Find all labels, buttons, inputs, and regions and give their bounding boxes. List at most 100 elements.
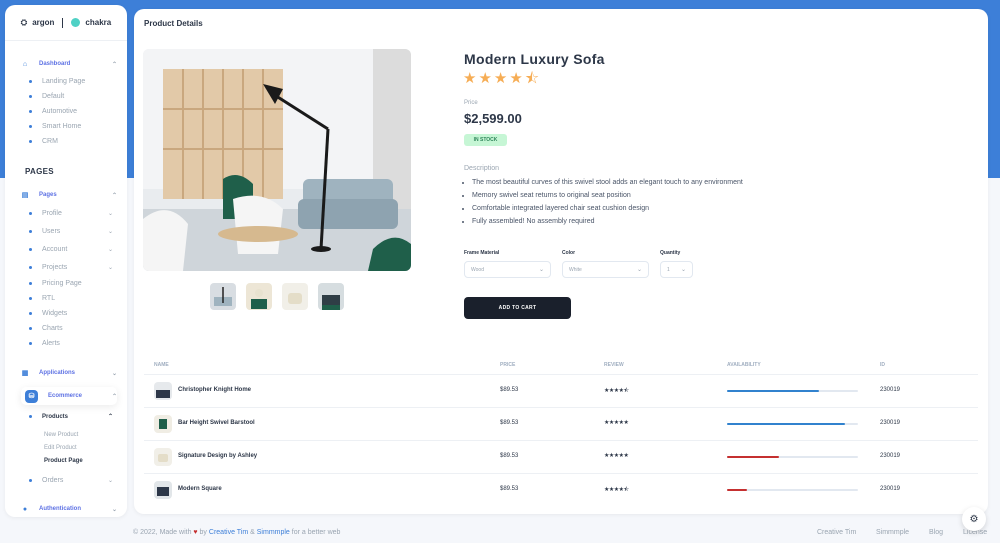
brand-logo[interactable]: ⛭ argon chakra xyxy=(5,5,127,41)
footer-author-link[interactable]: Creative Tim xyxy=(209,529,248,536)
pages-heading: PAGES xyxy=(25,167,54,176)
sidebar-item-dashboard[interactable]: ⌂ Dashboard ⌃ xyxy=(21,56,117,72)
availability-bar-fill xyxy=(727,489,747,491)
product-details-card: Product Details Modern Luxury Sofa ★ ★ ★… xyxy=(134,9,988,514)
availability-bar xyxy=(727,489,858,491)
table-row[interactable]: Christopher Knight Home $89.53 ★★★★⯪ 230… xyxy=(144,374,978,407)
sidebar-item-landing-page[interactable]: Landing Page xyxy=(29,78,113,85)
footer-text: for a better web xyxy=(291,529,341,536)
column-header-id[interactable]: ID xyxy=(880,362,885,368)
sidebar-item-crm[interactable]: CRM xyxy=(29,138,113,145)
sidebar-item-charts[interactable]: Charts xyxy=(29,325,113,332)
color-select[interactable]: White ⌄ xyxy=(562,261,649,278)
table-row[interactable]: Signature Design by Ashley $89.53 ★★★★★ … xyxy=(144,440,978,473)
quantity-select[interactable]: 1 ⌄ xyxy=(660,261,693,278)
row-id: 230019 xyxy=(880,420,901,426)
thumbnail-4[interactable] xyxy=(318,283,344,310)
star-half-icon: ⯪ xyxy=(524,70,540,87)
footer-author-link[interactable]: Simmmple xyxy=(257,529,290,536)
sidebar-item-new-product[interactable]: New Product xyxy=(44,432,78,438)
add-to-cart-button[interactable]: ADD TO CART xyxy=(464,297,571,319)
sidebar-item-pricing-page[interactable]: Pricing Page xyxy=(29,280,113,287)
settings-gear-icon[interactable]: ⚙ xyxy=(962,507,986,531)
bullet-icon xyxy=(29,415,32,418)
footer-link-creative-tim[interactable]: Creative Tim xyxy=(817,529,856,536)
column-header-availability[interactable]: AVAILABILITY xyxy=(727,362,761,368)
sidebar-item-widgets[interactable]: Widgets xyxy=(29,310,113,317)
description-list: The most beautiful curves of this swivel… xyxy=(472,179,743,231)
row-price: $89.53 xyxy=(500,420,519,426)
sidebar-item-label: CRM xyxy=(42,138,58,145)
sidebar-item-label: Pricing Page xyxy=(42,280,82,287)
sidebar-item-product-page[interactable]: Product Page xyxy=(44,458,83,464)
row-review: ★★★★★ xyxy=(604,453,629,459)
bullet-icon xyxy=(29,479,32,482)
brand-divider xyxy=(62,17,64,28)
bullet-icon xyxy=(29,297,32,300)
apps-icon: ▦ xyxy=(21,370,29,377)
chevron-down-icon: ⌄ xyxy=(538,267,544,273)
sidebar-item-label: Products xyxy=(42,413,69,420)
sidebar-item-label: Users xyxy=(42,228,61,235)
chevron-down-icon: ⌄ xyxy=(107,247,113,253)
description-label: Description xyxy=(464,165,500,172)
bullet-icon xyxy=(29,212,32,215)
chevron-down-icon: ⌄ xyxy=(636,267,642,273)
chevron-down-icon: ⌄ xyxy=(111,370,117,377)
sidebar-item-automotive[interactable]: Automotive xyxy=(29,108,113,115)
row-price: $89.53 xyxy=(500,453,519,459)
sidebar-item-pages[interactable]: ▤ Pages ⌃ xyxy=(21,187,117,203)
footer-text: & xyxy=(250,529,255,536)
description-item: Comfortable integrated layered chair sea… xyxy=(472,205,743,212)
brand-argon: argon xyxy=(32,18,55,27)
bullet-icon xyxy=(29,95,32,98)
product-rating: ★ ★ ★ ★ ⯪ xyxy=(463,71,539,86)
frame-material-value: Wood xyxy=(471,266,484,273)
column-header-name[interactable]: NAME xyxy=(154,362,169,368)
row-review: ★★★★⯪ xyxy=(604,487,629,493)
bullet-icon xyxy=(29,140,32,143)
row-price: $89.53 xyxy=(500,486,519,492)
thumbnail-3[interactable] xyxy=(282,283,308,310)
row-name: Christopher Knight Home xyxy=(178,387,251,393)
column-header-price[interactable]: PRICE xyxy=(500,362,515,368)
sidebar-item-label: Automotive xyxy=(42,108,78,115)
footer-link-blog[interactable]: Blog xyxy=(929,529,943,536)
sidebar-item-label: Default xyxy=(42,93,65,100)
thumbnail-1[interactable] xyxy=(210,283,236,310)
table-row[interactable]: Modern Square $89.53 ★★★★⯪ 230019 xyxy=(144,473,978,506)
sidebar-item-ecommerce[interactable]: ⛁ Ecommerce ⌃ xyxy=(21,387,117,405)
column-header-review[interactable]: REVIEW xyxy=(604,362,624,368)
product-main-image[interactable] xyxy=(143,49,411,271)
sidebar-item-alerts[interactable]: Alerts xyxy=(29,340,113,347)
description-item: Memory swivel seat returns to original s… xyxy=(472,192,743,199)
bullet-icon xyxy=(29,110,32,113)
card-title: Product Details xyxy=(144,19,203,28)
sidebar-item-account[interactable]: Account ⌄ xyxy=(29,246,113,253)
argon-logo-icon: ⛭ xyxy=(20,17,28,27)
sidebar-item-rtl[interactable]: RTL xyxy=(29,295,113,302)
sidebar-item-orders[interactable]: Orders ⌄ xyxy=(29,477,113,484)
sidebar-item-users[interactable]: Users ⌄ xyxy=(29,228,113,235)
sidebar-item-default[interactable]: Default xyxy=(29,93,113,100)
sidebar-item-authentication[interactable]: ● Authentication ⌄ xyxy=(21,501,117,517)
availability-bar-fill xyxy=(727,456,780,458)
sidebar-item-applications[interactable]: ▦ Applications ⌄ xyxy=(21,365,117,381)
price-label: Price xyxy=(464,100,478,106)
footer-text: by xyxy=(199,529,207,536)
frame-material-select[interactable]: Wood ⌄ xyxy=(464,261,551,278)
thumbnail-2[interactable] xyxy=(246,283,272,310)
sidebar-item-profile[interactable]: Profile ⌄ xyxy=(29,210,113,217)
sidebar-item-smart-home[interactable]: Smart Home xyxy=(29,123,113,130)
sidebar-item-edit-product[interactable]: Edit Product xyxy=(44,445,77,451)
sidebar-item-products[interactable]: Products ⌃ xyxy=(29,413,113,420)
sidebar-item-projects[interactable]: Projects ⌄ xyxy=(29,264,113,271)
sidebar-item-label: Orders xyxy=(42,477,64,484)
chevron-up-icon: ⌃ xyxy=(111,192,117,199)
product-thumbnail xyxy=(154,382,172,400)
chevron-down-icon: ⌄ xyxy=(107,211,113,217)
table-row[interactable]: Bar Height Swivel Barstool $89.53 ★★★★★ … xyxy=(144,407,978,440)
sidebar-item-label: Ecommerce xyxy=(48,393,83,399)
row-price: $89.53 xyxy=(500,387,519,393)
footer-link-simmmple[interactable]: Simmmple xyxy=(876,529,909,536)
